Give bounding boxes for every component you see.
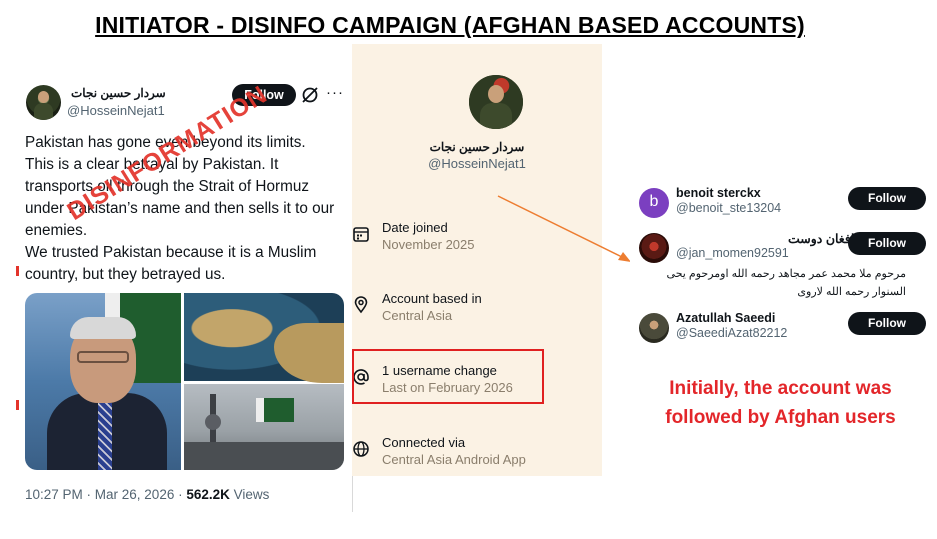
red-mark (16, 400, 19, 410)
media-photo-politician[interactable] (25, 293, 181, 470)
bio-line: مرحوم ملا محمد عمر مجاهد رحمه الله اومرح… (666, 268, 906, 280)
slide-title: INITIATOR - DISINFO CAMPAIGN (AFGHAN BAS… (95, 12, 805, 38)
location-pin-icon (354, 296, 368, 314)
follow-button[interactable]: Follow (848, 187, 926, 210)
row-connected-via: Connected via Central Asia Android App (352, 435, 602, 475)
tweet-display-name[interactable]: سردار حسين نجات (71, 86, 166, 100)
avatar[interactable] (639, 233, 669, 263)
tweet-line: We trusted Pakistan because it is a Musl… (25, 244, 317, 261)
avatar[interactable]: b (639, 188, 669, 218)
caption-line: followed by Afghan users (665, 407, 896, 428)
media-photo-ship-flag[interactable] (184, 384, 344, 470)
avatar[interactable] (26, 85, 61, 120)
more-options-icon[interactable]: ··· (326, 84, 344, 101)
views-label: Views (229, 487, 270, 502)
avatar[interactable] (639, 313, 669, 343)
caption-text: Initially, the account was followed by A… (628, 374, 933, 432)
tweet-media-grid[interactable] (25, 293, 344, 470)
globe-icon (353, 441, 369, 457)
follower-handle[interactable]: @jan_momen92591 (676, 246, 789, 260)
profile-display-name: سردار حسين نجات (429, 140, 525, 154)
media-photo-satellite-strait[interactable] (184, 293, 344, 383)
profile-avatar[interactable] (469, 75, 523, 129)
tweet-handle[interactable]: @HosseinNejat1 (67, 103, 165, 118)
tweet-time: 10:27 PM · Mar 26, 2026 · (25, 487, 187, 502)
follower-bio: مرحوم ملا محمد عمر مجاهد رحمه الله اومرح… (666, 265, 906, 301)
followers-list: b benoit sterckx @benoit_ste13204 Follow… (630, 176, 935, 351)
profile-handle: @HosseinNejat1 (428, 156, 526, 171)
row-account-based-in: Account based in Central Asia (352, 291, 602, 331)
follower-name[interactable]: افغان دوست (788, 231, 854, 246)
bio-line: السنوار رحمه الله لاروى (797, 286, 906, 298)
username-change-highlight (352, 349, 544, 404)
divider (352, 476, 353, 512)
follower-handle[interactable]: @SaeediAzat82212 (676, 326, 787, 340)
calendar-icon (353, 227, 369, 242)
arrow-icon (497, 195, 631, 262)
row-value: Central Asia (382, 308, 453, 323)
slide: INITIATOR - DISINFO CAMPAIGN (AFGHAN BAS… (0, 0, 937, 539)
row-label: Account based in (382, 291, 482, 306)
red-mark (16, 266, 19, 276)
row-value: November 2025 (382, 237, 475, 252)
tweet-line: country, but they betrayed us. (25, 266, 226, 283)
tweet-line: This is a clear betrayal by Pakistan. It (25, 156, 279, 173)
row-value: Central Asia Android App (382, 452, 526, 467)
follower-name[interactable]: Azatullah Saeedi (676, 311, 775, 325)
follower-name[interactable]: benoit sterckx (676, 186, 761, 200)
follower-handle[interactable]: @benoit_ste13204 (676, 201, 781, 215)
row-label: Connected via (382, 435, 466, 450)
views-count: 562.2K (186, 487, 230, 502)
row-label: Date joined (382, 220, 448, 235)
follow-button[interactable]: Follow (848, 312, 926, 335)
tweet-timestamp[interactable]: 10:27 PM · Mar 26, 2026 · 562.2K Views (25, 487, 269, 502)
follow-button[interactable]: Follow (848, 232, 926, 255)
caption-line: Initially, the account was (669, 378, 892, 399)
grok-icon[interactable] (301, 86, 319, 104)
